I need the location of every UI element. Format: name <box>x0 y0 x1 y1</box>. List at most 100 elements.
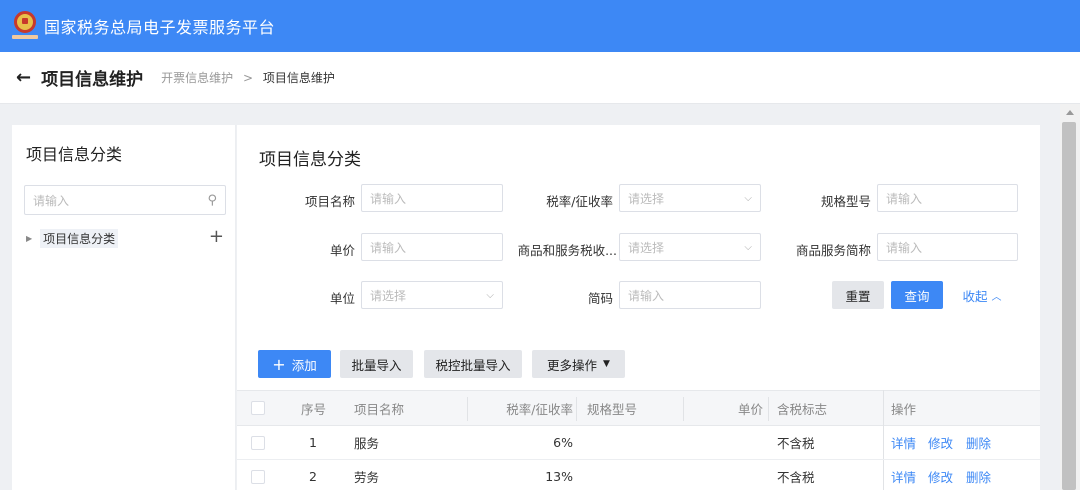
code-placeholder: 请输入 <box>628 288 665 303</box>
scrollbar-thumb[interactable] <box>1062 122 1076 490</box>
caret-right-icon[interactable]: ▶ <box>26 234 32 243</box>
category-search-input[interactable]: 请输入 ⚲ <box>24 185 226 215</box>
code-label: 简码 <box>587 291 613 306</box>
row-checkbox[interactable] <box>251 426 271 459</box>
cell-price <box>707 460 763 490</box>
detail-link[interactable]: 详情 <box>891 426 921 459</box>
tax-rate-select[interactable]: 请选择 ⌵ <box>619 184 761 212</box>
column-divider <box>768 397 769 421</box>
add-button[interactable]: + 添加 <box>258 350 331 378</box>
back-arrow-icon[interactable]: ← <box>16 67 31 88</box>
item-name-input[interactable]: 请输入 <box>361 184 503 212</box>
item-name-label: 项目名称 <box>304 194 355 209</box>
checkbox[interactable] <box>251 469 265 484</box>
cell-spec <box>587 460 667 490</box>
spec-input[interactable]: 请输入 <box>877 184 1018 212</box>
table-row: 1 服务 6% 不含税 详情 修改 删除 <box>237 426 1040 460</box>
tax-rate-placeholder: 请选择 <box>628 191 665 206</box>
column-divider <box>576 397 577 421</box>
category-panel: 项目信息分类 请输入 ⚲ ▶ 项目信息分类 + <box>12 125 236 490</box>
column-divider <box>467 397 468 421</box>
tree-item-category[interactable]: ▶ 项目信息分类 + <box>26 226 226 249</box>
search-icon[interactable]: ⚲ <box>207 193 217 208</box>
main-panel: 项目信息分类 项目名称 请输入 税率/征收率 请选择 ⌵ 规格型号 请输入 单价… <box>237 125 1040 490</box>
chevron-down-icon: ⌵ <box>744 192 752 204</box>
breadcrumb: 开票信息维护 > 项目信息维护 <box>161 69 335 86</box>
cell-price <box>707 426 763 459</box>
unit-price-placeholder: 请输入 <box>370 240 407 255</box>
unit-price-input[interactable]: 请输入 <box>361 233 503 261</box>
column-divider <box>683 397 684 421</box>
search-button[interactable]: 查询 <box>891 281 943 309</box>
checkbox[interactable] <box>251 435 265 450</box>
cell-tax-flag: 不含税 <box>777 436 815 451</box>
add-label: 添加 <box>291 357 317 373</box>
row-checkbox[interactable] <box>251 460 271 490</box>
tax-rate-label: 税率/征收率 <box>546 194 613 209</box>
category-panel-title: 项目信息分类 <box>26 145 123 164</box>
unit-placeholder: 请选择 <box>370 288 407 303</box>
tax-code-placeholder: 请选择 <box>628 240 665 255</box>
col-tax-flag: 含税标志 <box>777 401 828 417</box>
scroll-up-arrow-icon[interactable] <box>1066 110 1074 115</box>
top-bar: 国家税务总局电子发票服务平台 <box>0 0 1080 52</box>
tax-code-select[interactable]: 请选择 ⌵ <box>619 233 761 261</box>
page-header: ← 项目信息维护 开票信息维护 > 项目信息维护 <box>0 52 1080 104</box>
plus-icon: + <box>272 354 286 374</box>
breadcrumb-separator: > <box>242 71 253 85</box>
chevron-up-icon: ︿ <box>991 291 1002 303</box>
short-name-placeholder: 请输入 <box>886 240 923 255</box>
unit-label: 单位 <box>329 291 355 306</box>
breadcrumb-item-current: 项目信息维护 <box>262 71 335 85</box>
short-name-label: 商品服务简称 <box>795 243 871 258</box>
unit-select[interactable]: 请选择 ⌵ <box>361 281 503 309</box>
chevron-down-icon: ⌵ <box>486 289 494 301</box>
spec-label: 规格型号 <box>820 194 871 209</box>
category-search-placeholder: 请输入 <box>33 193 70 208</box>
cell-rate: 6% <box>553 435 573 450</box>
checkbox[interactable] <box>251 401 265 415</box>
tax-code-label: 商品和服务税收... <box>517 243 617 258</box>
item-name-placeholder: 请输入 <box>370 191 407 206</box>
delete-link[interactable]: 删除 <box>966 426 996 459</box>
more-actions-button[interactable]: 更多操作 ▼ <box>532 350 625 378</box>
edit-link[interactable]: 修改 <box>928 460 958 490</box>
batch-import-button[interactable]: 批量导入 <box>340 350 413 378</box>
edit-link[interactable]: 修改 <box>928 426 958 459</box>
detail-link[interactable]: 详情 <box>891 460 921 490</box>
cell-index: 2 <box>309 469 317 484</box>
col-actions: 操作 <box>891 401 917 417</box>
tax-batch-import-button[interactable]: 税控批量导入 <box>424 350 522 378</box>
tax-emblem-logo <box>12 11 38 41</box>
col-price: 单价 <box>737 401 763 417</box>
collapse-button[interactable]: 收起 ︿ <box>957 281 1007 309</box>
vertical-scrollbar[interactable] <box>1060 104 1080 490</box>
caret-down-icon: ▼ <box>603 359 610 369</box>
collapse-label: 收起 <box>962 288 988 304</box>
page-title: 项目信息维护 <box>41 70 144 90</box>
cell-name: 劳务 <box>354 470 380 485</box>
app-title: 国家税务总局电子发票服务平台 <box>44 18 276 37</box>
table-header: 序号 项目名称 税率/征收率 规格型号 单价 含税标志 操作 <box>237 390 1040 426</box>
reset-button[interactable]: 重置 <box>832 281 884 309</box>
cell-tax-flag: 不含税 <box>777 470 815 485</box>
breadcrumb-item-invoice-info[interactable]: 开票信息维护 <box>161 71 233 85</box>
select-all-checkbox[interactable] <box>251 391 271 425</box>
unit-price-label: 单价 <box>329 243 355 258</box>
tree-item-label[interactable]: 项目信息分类 <box>40 228 119 248</box>
chevron-down-icon: ⌵ <box>744 241 752 253</box>
cell-rate: 13% <box>545 469 573 484</box>
plus-icon[interactable]: + <box>209 226 224 247</box>
col-name: 项目名称 <box>354 401 405 417</box>
col-spec: 规格型号 <box>587 401 638 417</box>
delete-link[interactable]: 删除 <box>966 460 996 490</box>
main-title: 项目信息分类 <box>259 150 361 170</box>
col-index: 序号 <box>301 401 327 417</box>
cell-spec <box>587 426 667 459</box>
code-input[interactable]: 请输入 <box>619 281 761 309</box>
short-name-input[interactable]: 请输入 <box>877 233 1018 261</box>
col-rate: 税率/征收率 <box>506 401 573 417</box>
spec-placeholder: 请输入 <box>886 191 923 206</box>
more-actions-label: 更多操作 <box>547 357 598 373</box>
cell-name: 服务 <box>354 436 380 451</box>
